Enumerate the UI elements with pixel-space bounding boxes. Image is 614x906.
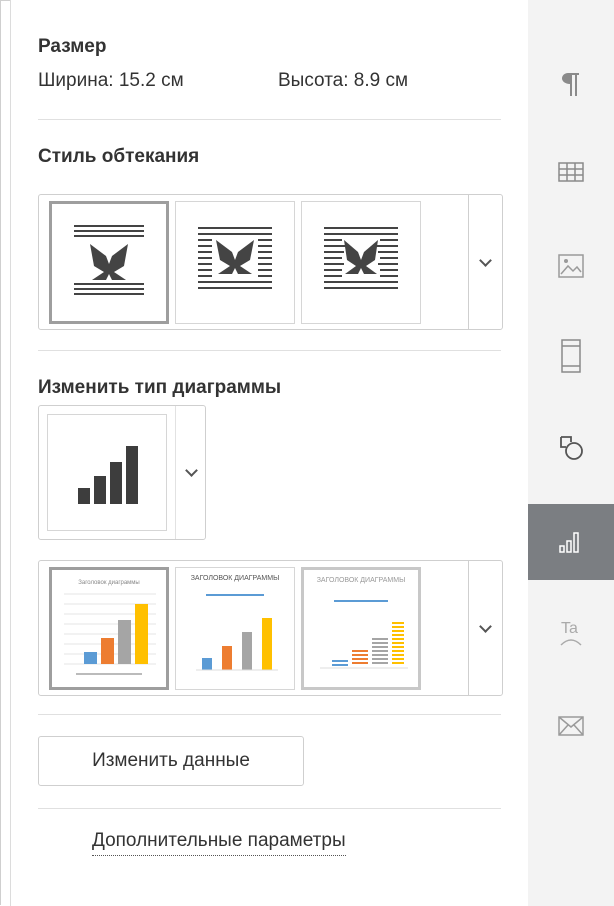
chart-type-dropdown[interactable] [175, 406, 206, 539]
table-icon [558, 162, 584, 182]
chart-type-preview [47, 414, 167, 531]
chart-type-title: Изменить тип диаграммы [38, 377, 282, 398]
divider [38, 714, 501, 715]
thumb-title: ЗАГОЛОВОК ДИАГРАММЫ [317, 577, 406, 584]
size-title: Размер [38, 36, 107, 57]
chart-icon [559, 532, 579, 553]
edit-data-button[interactable]: Изменить данные [38, 736, 304, 786]
square-wrap-icon [198, 227, 272, 289]
divider [38, 119, 501, 120]
chart-settings-button[interactable] [528, 504, 614, 580]
divider [38, 350, 501, 351]
chart-style-1[interactable]: Заголовок диаграммы [49, 567, 169, 690]
wrap-option-square[interactable] [175, 201, 295, 324]
wrap-option-tight[interactable] [301, 201, 421, 324]
paragraph-settings-button[interactable] [528, 46, 614, 122]
thumb-title: ЗАГОЛОВОК ДИАГРАММЫ [191, 575, 280, 582]
shape-icon [560, 436, 583, 460]
text-art-icon: Ta [560, 620, 582, 646]
wrap-option-inline[interactable] [49, 201, 169, 324]
table-settings-button[interactable] [528, 134, 614, 210]
wrap-style-picker [38, 194, 503, 330]
width-value: Ширина: 15.2 см [38, 70, 184, 91]
tight-wrap-icon [324, 227, 398, 289]
chart-style-picker: Заголовок диаграммы ЗАГОЛОВОК ДИАГРАММЫ [38, 560, 503, 696]
chevron-down-icon [184, 464, 198, 477]
chart-style-thumb: ЗАГОЛОВОК ДИАГРАММЫ [317, 577, 408, 669]
chart-style-thumb: ЗАГОЛОВОК ДИАГРАММЫ [191, 575, 280, 671]
wrap-style-dropdown[interactable] [468, 195, 502, 329]
thumb-title: Заголовок диаграммы [78, 580, 140, 586]
svg-text:Ta: Ta [561, 620, 578, 637]
chart-style-3[interactable]: ЗАГОЛОВОК ДИАГРАММЫ [301, 567, 421, 690]
wrap-style-title: Стиль обтекания [38, 146, 200, 167]
shape-settings-button[interactable] [528, 410, 614, 486]
header-footer-icon [561, 339, 581, 373]
text-art-settings-button[interactable]: Ta [528, 594, 614, 670]
right-toolbar: Ta [528, 0, 614, 906]
mail-merge-settings-button[interactable] [528, 688, 614, 764]
height-value: Высота: 8.9 см [278, 70, 409, 91]
chart-style-2[interactable]: ЗАГОЛОВОК ДИАГРАММЫ [175, 567, 295, 690]
advanced-settings-link[interactable]: Дополнительные параметры [92, 830, 346, 856]
chevron-down-icon [479, 619, 492, 633]
chart-style-thumb: Заголовок диаграммы [64, 580, 156, 675]
bar-chart-icon [78, 445, 138, 504]
inline-wrap-icon [74, 225, 144, 295]
chart-type-selector[interactable] [38, 405, 206, 540]
divider [38, 808, 501, 809]
mail-merge-icon [558, 716, 584, 736]
chevron-down-icon [479, 253, 492, 267]
chart-style-dropdown[interactable] [468, 561, 502, 695]
header-footer-settings-button[interactable] [528, 318, 614, 394]
image-settings-button[interactable] [528, 228, 614, 304]
paragraph-icon [562, 73, 579, 96]
image-icon [558, 254, 584, 278]
